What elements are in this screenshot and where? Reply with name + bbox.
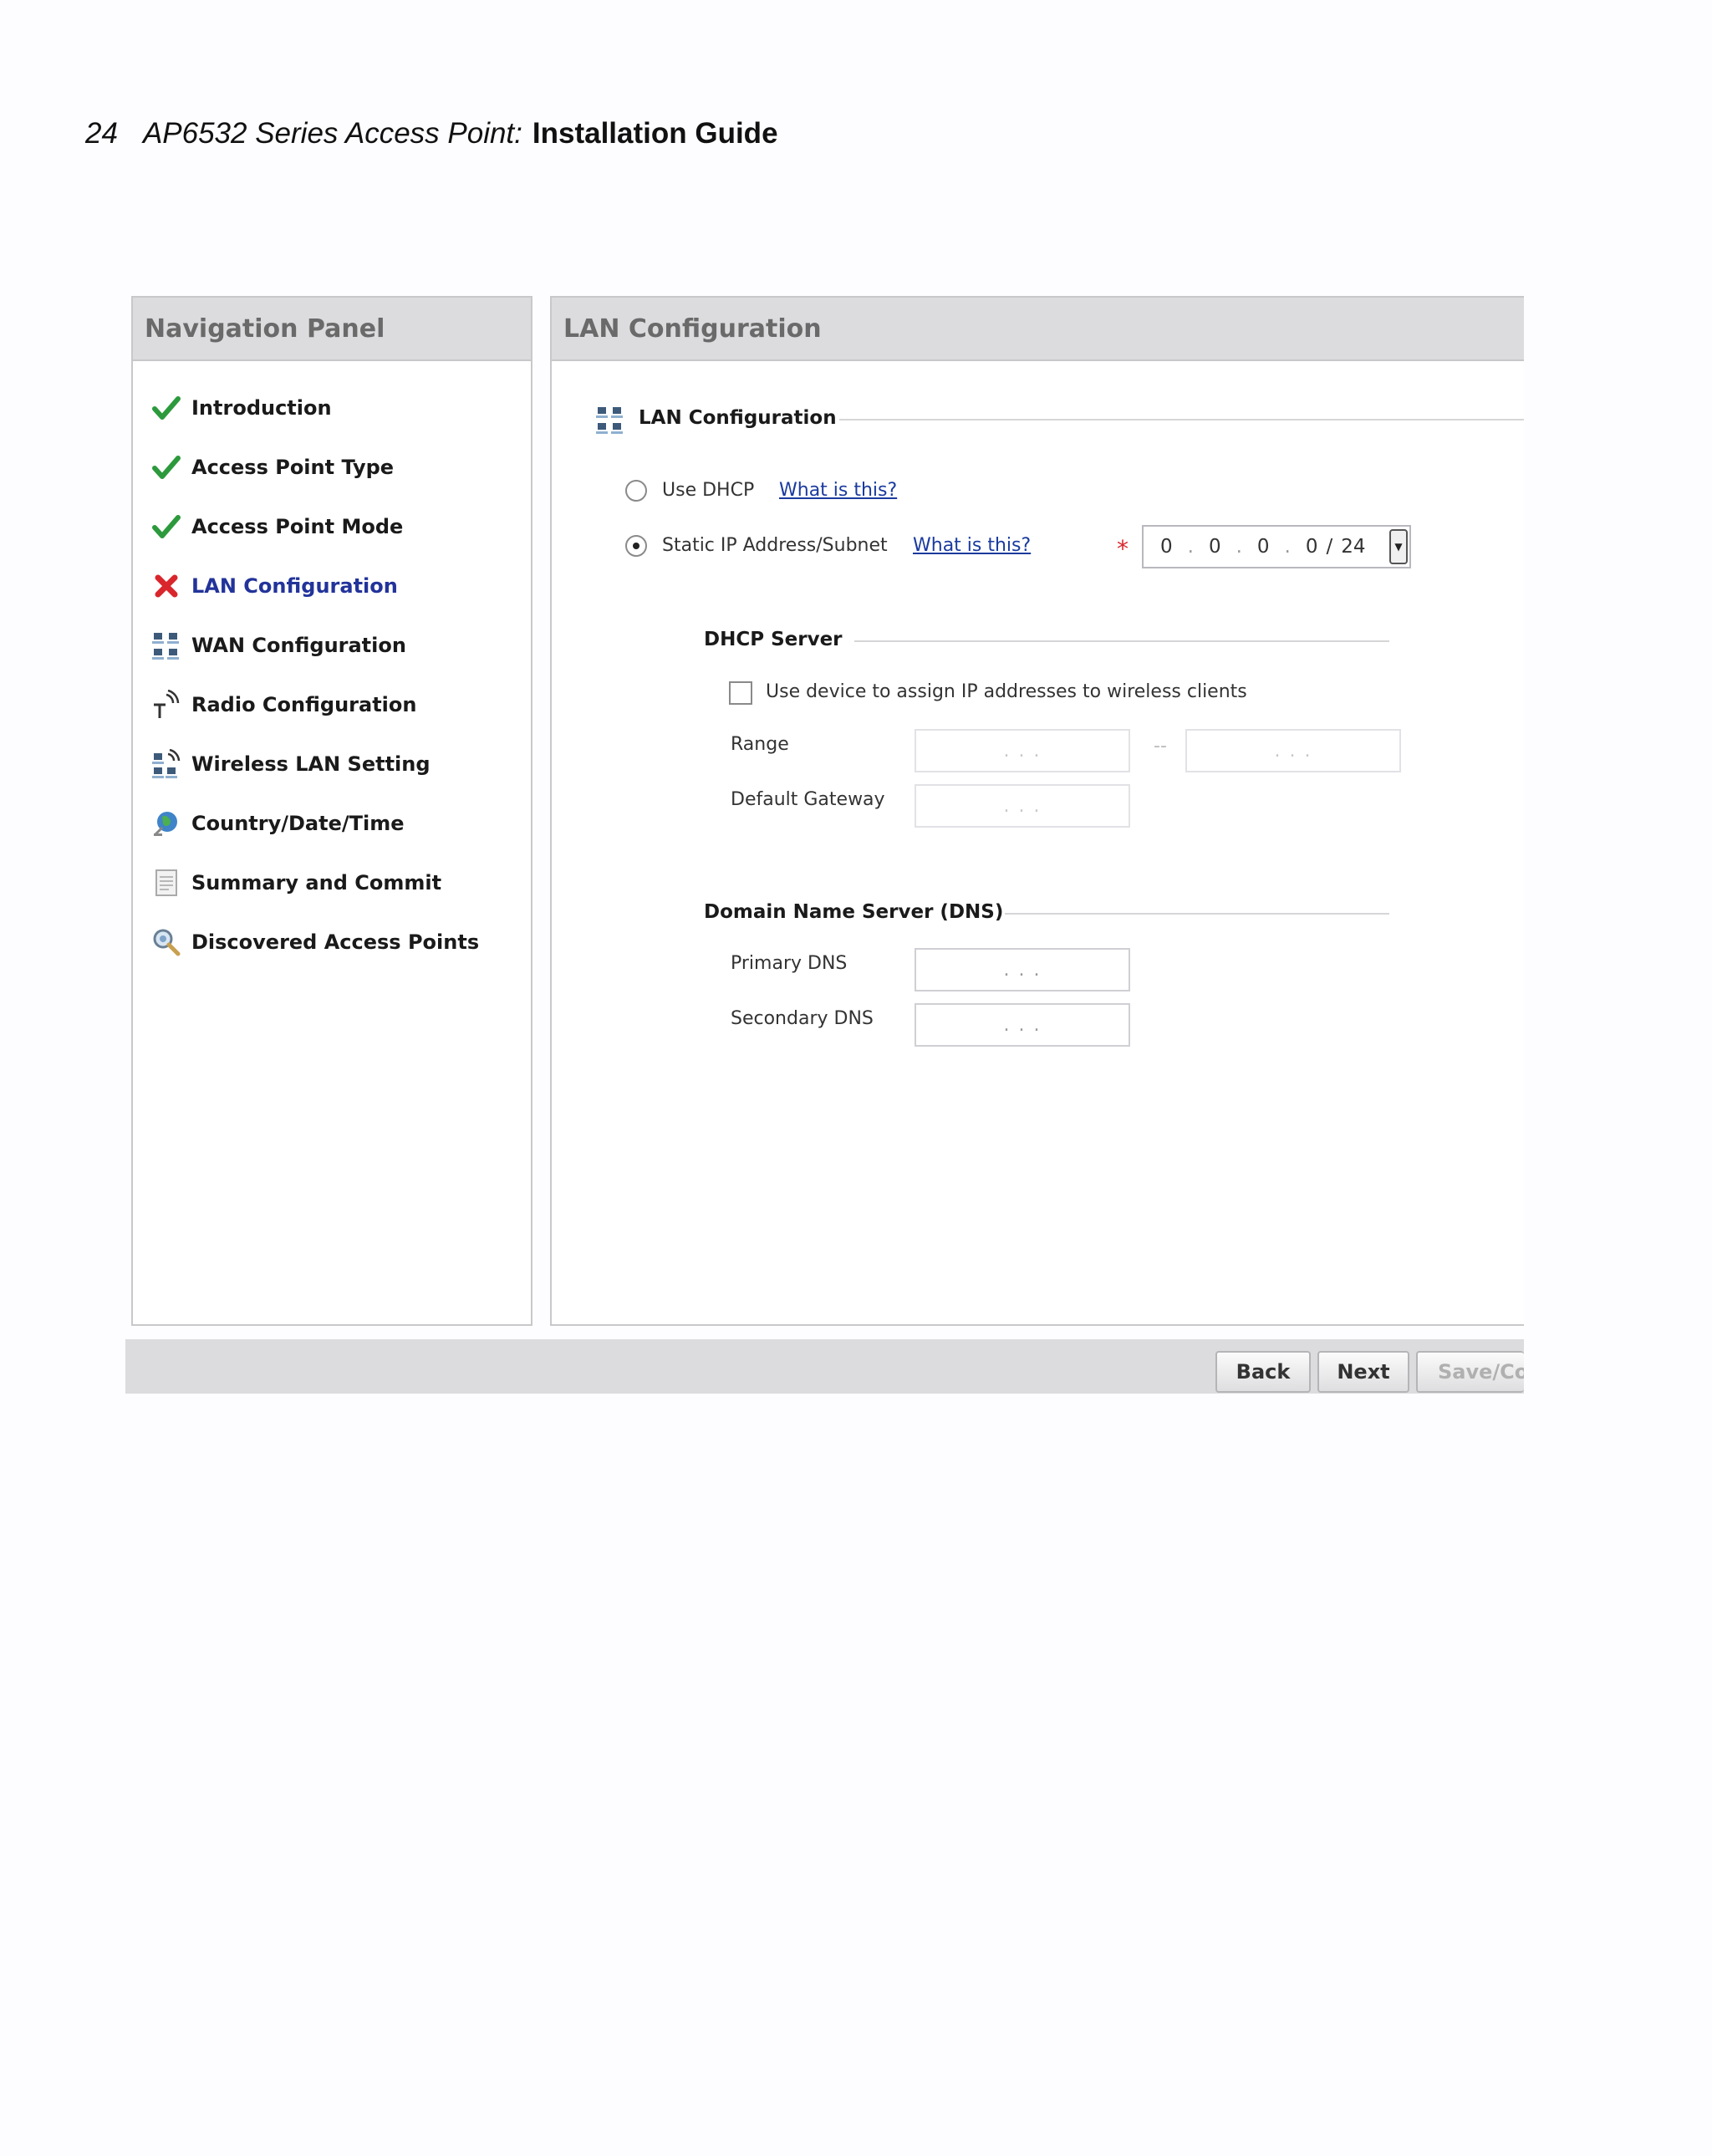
nav-item-label: Introduction: [191, 395, 332, 420]
subnet-mask-value: 24: [1341, 536, 1366, 558]
nav-item-label: LAN Configuration: [191, 573, 398, 598]
nav-item-label: Access Point Type: [191, 455, 395, 479]
series-title: AP6532 Series Access Point:: [142, 117, 522, 150]
dns-section-title: Domain Name Server (DNS): [704, 901, 1004, 923]
nav-item-label: Wireless LAN Setting: [191, 752, 431, 776]
main-panel-title: LAN Configuration: [552, 298, 1524, 361]
network-icon: [595, 405, 625, 438]
nav-item-summary-and-commit[interactable]: Summary and Commit: [150, 853, 479, 912]
check-icon: [150, 451, 183, 484]
required-marker: *: [1117, 535, 1129, 563]
wizard-footer: Back Next Save/Co: [125, 1339, 1524, 1394]
subnet-dropdown-button[interactable]: ▼: [1389, 529, 1408, 564]
nav-item-label: Discovered Access Points: [191, 930, 480, 954]
use-dhcp-label: Use DHCP: [662, 480, 755, 501]
nav-item-radio-configuration[interactable]: Radio Configuration: [150, 675, 479, 734]
what-is-this-dhcp-link[interactable]: What is this?: [779, 480, 897, 501]
nav-item-label: Country/Date/Time: [191, 811, 405, 835]
nav-item-introduction[interactable]: Introduction: [150, 378, 479, 437]
static-ip-radio[interactable]: [625, 535, 647, 557]
ip-octet-4: 0: [1305, 536, 1318, 558]
range-end-input[interactable]: . . .: [1185, 729, 1401, 772]
chevron-down-icon: ▼: [1394, 541, 1403, 553]
dhcp-server-title: DHCP Server: [704, 629, 843, 650]
static-ip-subnet-input[interactable]: 0. 0. 0. 0 / 24 ▼: [1142, 525, 1411, 568]
ip-octet-2: 0: [1208, 536, 1221, 558]
navigation-list: Introduction Access Point Type Access Po…: [150, 378, 479, 971]
nav-item-wan-configuration[interactable]: WAN Configuration: [150, 615, 479, 675]
assign-ip-checkbox[interactable]: [729, 681, 752, 705]
ip-octet-1: 0: [1160, 536, 1173, 558]
dot-separator: .: [1284, 536, 1291, 558]
page-number: 24: [85, 117, 118, 150]
wireless-network-icon: [150, 747, 183, 781]
dot-separator: .: [1187, 536, 1194, 558]
what-is-this-static-link[interactable]: What is this?: [913, 535, 1031, 556]
range-label: Range: [731, 734, 789, 755]
error-x-icon: [150, 569, 183, 603]
check-icon: [150, 391, 183, 425]
antenna-icon: [150, 688, 183, 721]
save-commit-button: Save/Co: [1416, 1351, 1524, 1393]
nav-item-label: Summary and Commit: [191, 870, 442, 895]
secondary-dns-input[interactable]: . . .: [915, 1003, 1130, 1047]
back-button[interactable]: Back: [1215, 1351, 1311, 1393]
network-icon: [150, 629, 183, 662]
nav-item-wireless-lan-setting[interactable]: Wireless LAN Setting: [150, 734, 479, 793]
use-dhcp-radio[interactable]: [625, 480, 647, 502]
nav-item-discovered-access-points[interactable]: Discovered Access Points: [150, 912, 479, 971]
check-icon: [150, 510, 183, 543]
wizard-screenshot: Navigation Panel Introduction Access Poi…: [125, 294, 1524, 1394]
lan-section-title: LAN Configuration: [639, 407, 837, 429]
default-gateway-input[interactable]: . . .: [915, 784, 1130, 828]
radio-selected-dot: [633, 543, 639, 549]
magnifier-icon: [150, 925, 183, 959]
nav-item-lan-configuration[interactable]: LAN Configuration: [150, 556, 479, 615]
nav-item-access-point-type[interactable]: Access Point Type: [150, 437, 479, 497]
range-start-input[interactable]: . . .: [915, 729, 1130, 772]
navigation-panel-title: Navigation Panel: [133, 298, 531, 361]
section-divider: [1005, 913, 1389, 915]
document-icon: [150, 866, 183, 900]
primary-dns-label: Primary DNS: [731, 953, 848, 974]
secondary-dns-label: Secondary DNS: [731, 1008, 874, 1029]
nav-item-label: Radio Configuration: [191, 692, 417, 716]
assign-ip-checkbox-label: Use device to assign IP addresses to wir…: [766, 681, 1247, 702]
primary-dns-input[interactable]: . . .: [915, 948, 1130, 991]
document-header: 24 AP6532 Series Access Point: Installatio…: [85, 117, 778, 150]
nav-item-country-date-time[interactable]: Country/Date/Time: [150, 793, 479, 853]
dot-separator: .: [1236, 536, 1242, 558]
navigation-panel: Navigation Panel Introduction Access Poi…: [131, 296, 532, 1326]
ip-octet-3: 0: [1256, 536, 1270, 558]
next-button[interactable]: Next: [1317, 1351, 1409, 1393]
section-divider: [854, 640, 1389, 642]
nav-item-label: WAN Configuration: [191, 633, 406, 657]
guide-title: Installation Guide: [532, 117, 778, 150]
nav-item-label: Access Point Mode: [191, 514, 404, 538]
default-gateway-label: Default Gateway: [731, 789, 885, 810]
lan-configuration-panel: LAN Configuration LAN Configuration Use …: [550, 296, 1524, 1326]
nav-item-access-point-mode[interactable]: Access Point Mode: [150, 497, 479, 556]
globe-icon: [150, 807, 183, 840]
range-separator: --: [1154, 736, 1167, 757]
subnet-separator: /: [1326, 536, 1333, 558]
section-divider: [839, 419, 1524, 420]
static-ip-label: Static IP Address/Subnet: [662, 535, 888, 556]
